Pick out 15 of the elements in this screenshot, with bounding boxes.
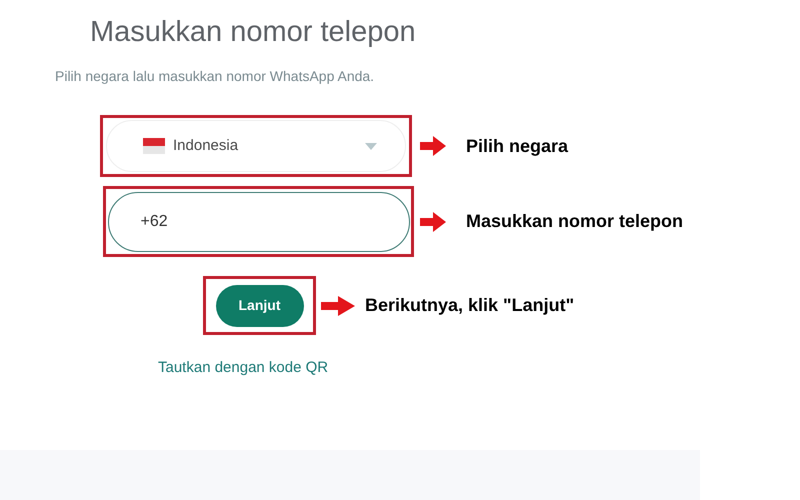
annotation-label: Masukkan nomor telepon [466,210,684,233]
annotation-label: Berikutnya, klik "Lanjut" [365,294,574,317]
arrow-icon [420,210,446,232]
subtitle-text: Pilih negara lalu masukkan nomor WhatsApp Anda. [55,67,376,86]
phone-input-field[interactable]: +62 [108,192,410,252]
country-name: Indonesia [173,136,238,156]
next-button[interactable]: Lanjut [216,284,304,326]
qr-link[interactable]: Tautkan dengan kode QR [158,357,328,380]
country-select[interactable]: Indonesia [106,120,406,172]
caret-icon [365,142,377,150]
annotation-label: Pilih negara [466,134,568,158]
flag-icon [143,138,165,154]
arrow-icon [420,135,446,157]
page-title: Masukkan nomor telepon [90,15,417,50]
arrow-icon [321,294,355,316]
